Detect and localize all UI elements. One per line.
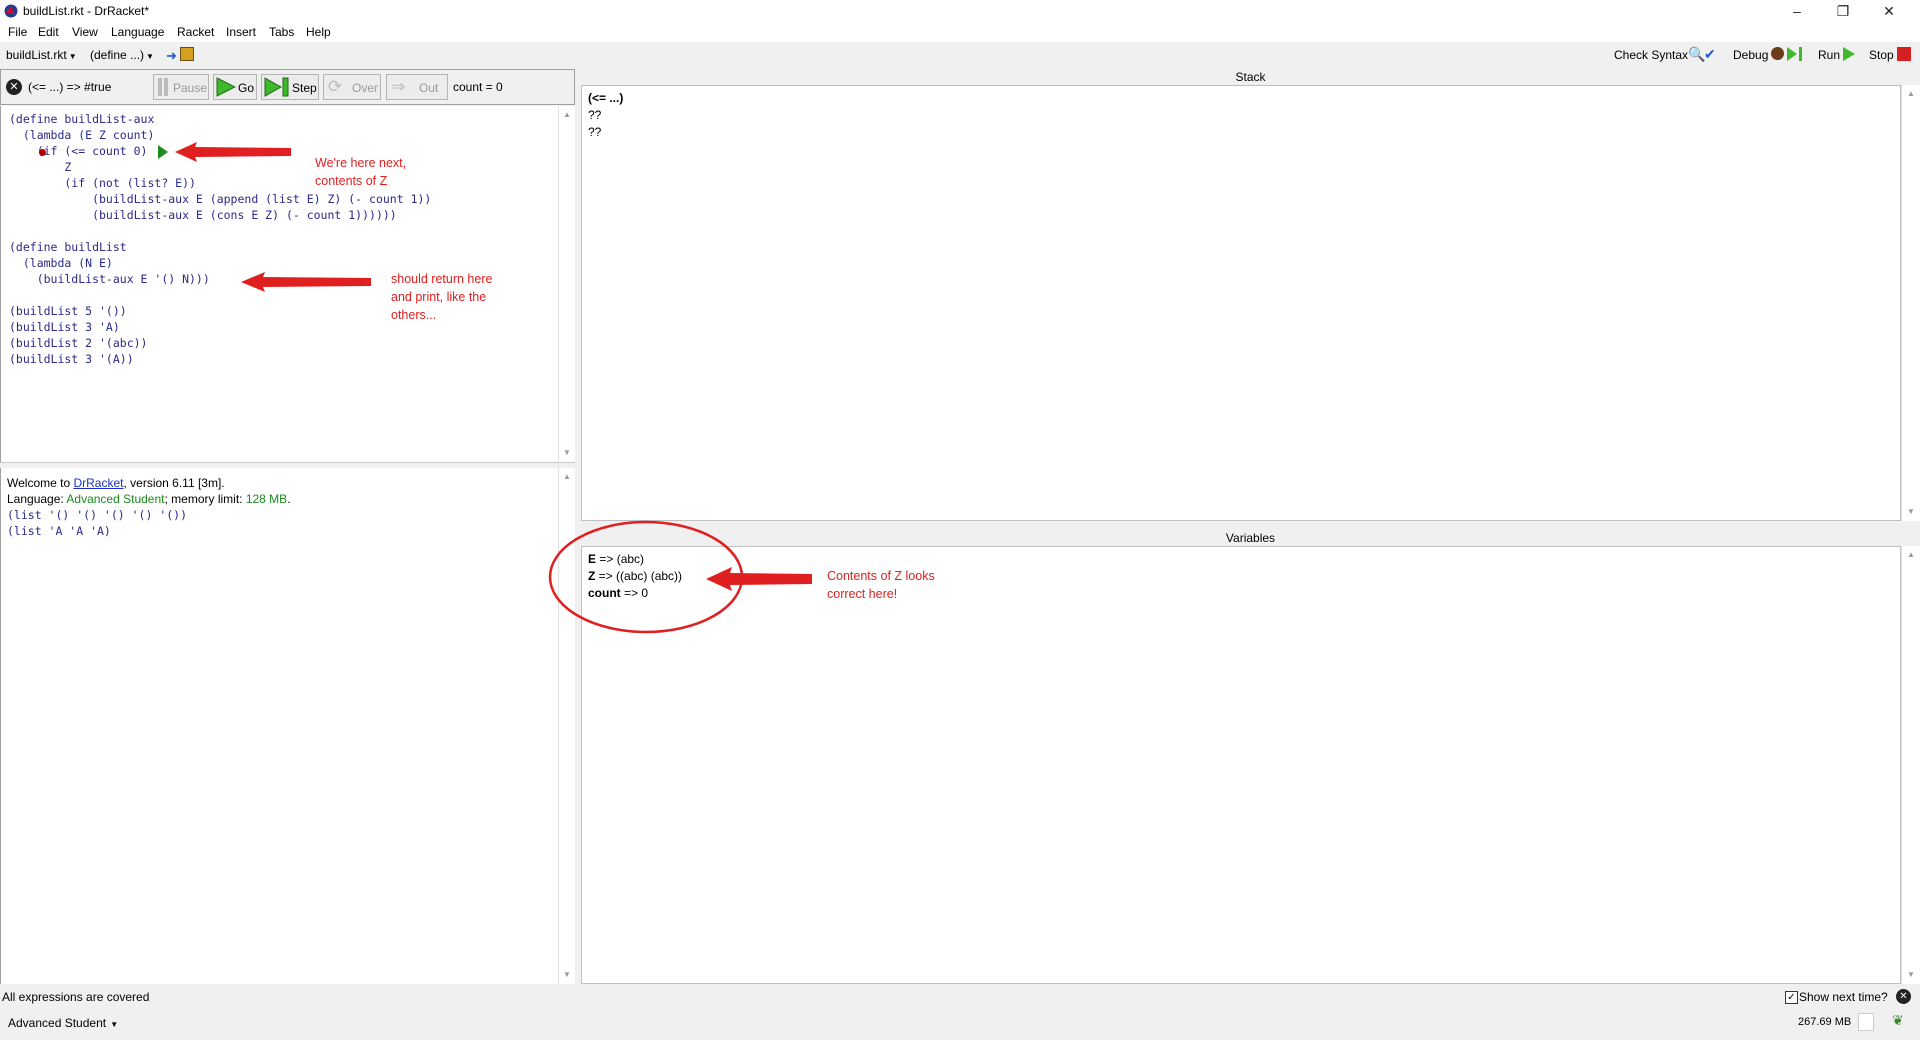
gc-indicator [1858, 1013, 1874, 1031]
code-line: (define buildList [9, 240, 127, 254]
code-line: (buildList-aux E '() N))) [9, 272, 210, 286]
close-notice-icon[interactable]: ✕ [1896, 989, 1911, 1004]
red-arrow-icon [706, 567, 812, 591]
run-button[interactable]: Run [1818, 48, 1840, 62]
title-bar: buildList.rkt - DrRacket* – ❐ ✕ [0, 0, 1920, 22]
welcome-message: Welcome to DrRacket, version 6.11 [3m]. [7, 476, 225, 490]
code-line: (buildList 2 '(abc)) [9, 336, 148, 350]
jump-arrow-icon[interactable]: ➜ [166, 48, 177, 64]
file-name-menu[interactable]: buildList.rkt ▼ [6, 48, 77, 62]
watch-status: count = 0 [453, 80, 503, 94]
code-line: (lambda (E Z count) [9, 128, 155, 142]
menu-file[interactable]: File [8, 25, 27, 39]
editor-scrollbar[interactable]: ▲ ▼ [558, 106, 576, 462]
stack-header: Stack [581, 69, 1920, 85]
menu-bar: File Edit View Language Racket Insert Ta… [0, 22, 1920, 42]
code-line: (lambda (N E) [9, 256, 113, 270]
language-selector[interactable]: Advanced Student ▼ [8, 1016, 118, 1030]
code-line: Z [9, 160, 72, 174]
stack-frame[interactable]: ?? [588, 125, 601, 139]
red-arrow-icon [241, 272, 371, 292]
stop-square-icon [1897, 47, 1911, 61]
debugger-controls: ✕ (<= ...) => #true Pause Go Step ⟳ Over… [0, 69, 575, 105]
restore-button[interactable]: ❐ [1820, 0, 1866, 22]
code-line: (buildList 3 'A) [9, 320, 120, 334]
menu-view[interactable]: View [72, 25, 98, 39]
breakpoint-icon[interactable] [39, 149, 46, 156]
variables-pane[interactable]: E => (abc) Z => ((abc) (abc)) count => 0… [548, 520, 1901, 984]
close-debugger-icon[interactable]: ✕ [6, 79, 22, 95]
drracket-link[interactable]: DrRacket [73, 476, 123, 490]
coverage-status: All expressions are covered [2, 990, 150, 1004]
save-icon[interactable] [180, 47, 194, 61]
pause-position-icon [158, 145, 168, 159]
stop-button[interactable]: Stop [1869, 48, 1894, 62]
leaf-icon: ❦ [1892, 1012, 1904, 1028]
pause-button[interactable]: Pause [153, 74, 209, 100]
over-button[interactable]: ⟳ Over [323, 74, 381, 100]
go-play-icon [216, 77, 236, 97]
code-line: (define buildList-aux [9, 112, 155, 126]
language-message: Language: Advanced Student; memory limit… [7, 492, 291, 506]
bug-icon [1771, 47, 1784, 60]
status-bar: All expressions are covered Advanced Stu… [0, 984, 1920, 1040]
define-menu[interactable]: (define ...) ▼ [90, 48, 154, 62]
menu-tabs[interactable]: Tabs [269, 25, 294, 39]
variables-scrollbar[interactable]: ▲ ▼ [1901, 546, 1920, 984]
code-line: (buildList-aux E (append (list E) Z) (- … [9, 192, 432, 206]
stack-pane[interactable]: (<= ...) ?? ?? [581, 85, 1901, 521]
run-play-icon [1843, 47, 1855, 61]
code-line: (if (<= count 0) [9, 144, 148, 158]
step-out-icon: ⇒ [391, 77, 406, 96]
stack-scrollbar[interactable]: ▲ ▼ [1901, 85, 1920, 521]
memory-usage: 267.69 MB [1798, 1016, 1852, 1028]
menu-insert[interactable]: Insert [226, 25, 256, 39]
window-title: buildList.rkt - DrRacket* [23, 4, 150, 18]
repl-output: (list '() '() '() '() '()) [7, 508, 188, 522]
out-button[interactable]: ⇒ Out [386, 74, 448, 100]
menu-edit[interactable]: Edit [38, 25, 59, 39]
menu-language[interactable]: Language [111, 25, 164, 39]
menu-racket[interactable]: Racket [177, 25, 214, 39]
code-line: (buildList 5 '()) [9, 304, 127, 318]
code-line: (buildList-aux E (cons E Z) (- count 1))… [9, 208, 397, 222]
code-line: (buildList 3 '(A)) [9, 352, 134, 366]
debug-button[interactable]: Debug [1733, 48, 1768, 62]
drracket-logo-icon [4, 4, 18, 18]
toolbar: buildList.rkt ▼ (define ...) ▼ ➜ Check Syn… [0, 42, 1920, 68]
red-arrow-icon [175, 142, 291, 162]
pause-icon [158, 78, 162, 96]
definitions-editor[interactable]: (define buildList-aux (lambda (E Z count… [0, 106, 559, 462]
minimize-button[interactable]: – [1774, 0, 1820, 22]
repl-output: (list 'A 'A 'A) [7, 524, 111, 538]
show-next-time-label: Show next time? [1799, 990, 1888, 1004]
step-over-icon: ⟳ [328, 77, 343, 96]
menu-help[interactable]: Help [306, 25, 331, 39]
step-button[interactable]: Step [261, 74, 319, 100]
magnifier-check-icon: 🔍 [1688, 46, 1706, 62]
code-line: (if (not (list? E)) [9, 176, 196, 190]
checkmark-icon: ✔ [1704, 46, 1716, 62]
close-window-button[interactable]: ✕ [1866, 0, 1912, 22]
step-forward-icon [1787, 47, 1802, 61]
show-next-time-checkbox[interactable]: ✓ [1785, 991, 1798, 1004]
annotation-should-return: should return here and print, like the o… [391, 272, 493, 322]
check-syntax-button[interactable]: Check Syntax [1614, 48, 1688, 62]
stack-frame[interactable]: (<= ...) [588, 91, 623, 105]
step-icon [264, 77, 289, 97]
stack-frame[interactable]: ?? [588, 108, 601, 122]
current-expression-status: (<= ...) => #true [28, 80, 112, 94]
go-button[interactable]: Go [213, 74, 257, 100]
interactions-pane[interactable]: Welcome to DrRacket, version 6.11 [3m]. … [0, 468, 559, 984]
annotation-here-next: We're here next, contents of Z [315, 156, 407, 188]
annotation-z-correct: Contents of Z looks correct here! [827, 569, 935, 601]
variables-header: Variables [1225, 531, 1276, 545]
